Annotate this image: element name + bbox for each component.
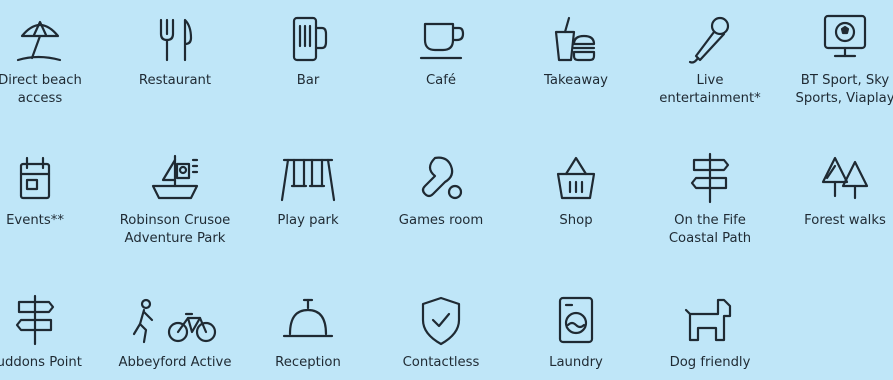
amenity-label: Live entertainment* <box>659 73 761 106</box>
coffee-cup-icon <box>411 10 471 70</box>
signpost-icon <box>680 150 740 210</box>
takeaway-icon <box>546 10 606 70</box>
walker-bicycle-icon <box>130 292 220 352</box>
amenity-label: Forest walks <box>804 213 886 228</box>
beach-umbrella-icon <box>10 10 70 70</box>
swings-icon <box>278 150 338 210</box>
amenity-label: Games room <box>398 213 484 228</box>
amenity-label: Contactless <box>402 355 480 370</box>
trees-icon <box>815 150 875 210</box>
table-tennis-icon <box>411 150 471 210</box>
shield-check-icon <box>411 292 471 352</box>
amenity-label: On the Fife Coastal Path <box>668 213 752 246</box>
amenity-label: Restaurant <box>138 73 212 88</box>
amenity-label: Direct beach access <box>0 73 82 106</box>
amenity-label: Robinson Crusoe Adventure Park <box>119 213 231 246</box>
reception-bell-icon <box>278 292 338 352</box>
calendar-icon <box>5 150 65 210</box>
tv-football-icon <box>815 10 875 70</box>
amenity-label: BT Sport, Sky Sports, Viaplay <box>795 73 893 106</box>
signpost-icon <box>5 292 65 352</box>
shopping-basket-icon <box>546 150 606 210</box>
amenity-label: Play park <box>277 213 339 228</box>
dog-icon <box>680 292 740 352</box>
amenity-label: Dog friendly <box>669 355 751 370</box>
cutlery-icon <box>145 10 205 70</box>
amenity-label: Shop <box>559 213 593 228</box>
amenity-label: Abbeyford Active <box>118 355 232 370</box>
pirate-ship-icon <box>145 150 205 210</box>
amenity-label: Ruddons Point <box>0 355 82 370</box>
amenity-label: Bar <box>296 73 320 88</box>
amenity-label: Reception <box>275 355 341 370</box>
amenities-grid: Direct beach access Restaurant Bar Café … <box>0 0 893 380</box>
amenity-label: Laundry <box>549 355 603 370</box>
amenity-label: Takeaway <box>544 73 608 88</box>
beer-glass-icon <box>278 10 338 70</box>
amenity-label: Café <box>425 73 457 88</box>
amenity-label: Events** <box>6 213 64 228</box>
washing-machine-icon <box>546 292 606 352</box>
microphone-icon <box>680 10 740 70</box>
